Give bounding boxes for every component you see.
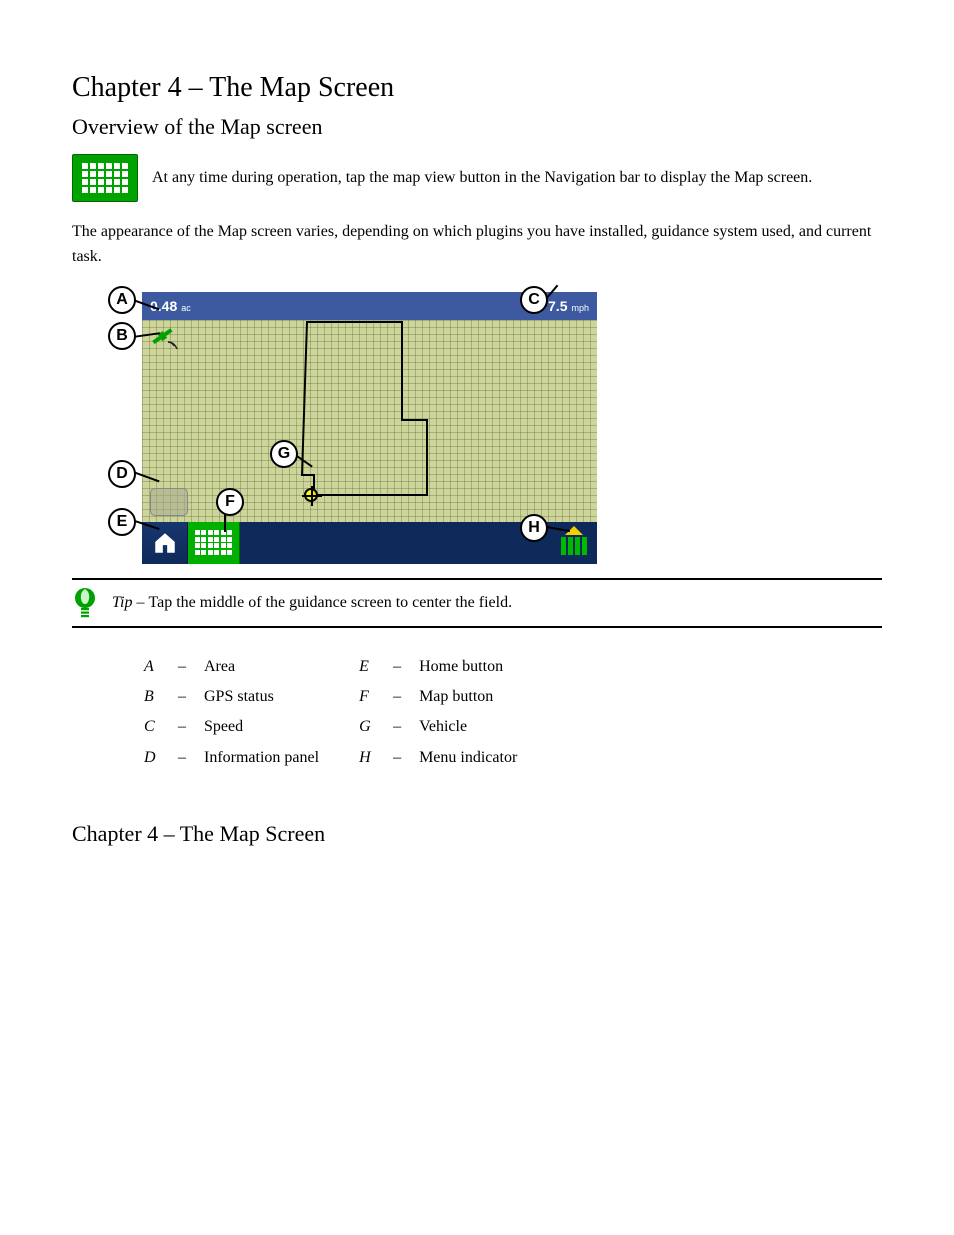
legend-dash: – — [393, 712, 409, 742]
map-view-button-icon — [72, 154, 138, 202]
field-boundary — [142, 320, 597, 522]
map-canvas[interactable] — [142, 320, 597, 522]
legend-item: A–Area — [144, 652, 319, 682]
tip-label: Tip – — [112, 594, 148, 611]
legend-dash: – — [178, 682, 194, 712]
speed-readout: 7.5 mph — [548, 298, 589, 314]
info-panel[interactable] — [150, 488, 188, 516]
tip-body: Tap the middle of the guidance screen to… — [148, 594, 512, 611]
figure-legend: A–AreaB–GPS statusC–SpeedD–Information p… — [144, 652, 882, 774]
legend-dash: – — [178, 743, 194, 773]
speed-value: 7.5 — [548, 298, 567, 314]
legend-dash: – — [393, 652, 409, 682]
legend-item: E–Home button — [359, 652, 517, 682]
map-button[interactable] — [188, 522, 240, 564]
legend-item: D–Information panel — [144, 743, 319, 773]
tip-text: Tip – Tap the middle of the guidance scr… — [112, 594, 512, 612]
section-title: Overview of the Map screen — [72, 114, 882, 140]
menu-bars-icon — [561, 537, 587, 555]
callout-f: F — [216, 488, 244, 516]
gps-status-icon — [148, 324, 178, 350]
grid-icon — [82, 163, 128, 193]
legend-label: Map button — [419, 682, 493, 712]
legend-key: G — [359, 712, 383, 742]
legend-dash: – — [393, 743, 409, 773]
body-paragraph: The appearance of the Map screen varies,… — [72, 220, 882, 270]
speed-unit: mph — [571, 303, 589, 313]
callout-b: B — [108, 322, 136, 350]
legend-dash: – — [178, 652, 194, 682]
legend-key: E — [359, 652, 383, 682]
home-button[interactable] — [142, 522, 188, 564]
legend-item: C–Speed — [144, 712, 319, 742]
legend-item: G–Vehicle — [359, 712, 517, 742]
area-readout: 0.48 ac — [150, 298, 191, 314]
tip-callout: Tip – Tap the middle of the guidance scr… — [72, 578, 882, 628]
callout-e: E — [108, 508, 136, 536]
legend-label: GPS status — [204, 682, 274, 712]
legend-key: H — [359, 743, 383, 773]
legend-label: Area — [204, 652, 235, 682]
vehicle-marker — [304, 488, 318, 502]
legend-key: A — [144, 652, 168, 682]
intro-paragraph: At any time during operation, tap the ma… — [152, 166, 812, 190]
legend-item: F–Map button — [359, 682, 517, 712]
callout-d: D — [108, 460, 136, 488]
chapter-footer: Chapter 4 – The Map Screen — [72, 821, 882, 847]
home-icon — [152, 530, 178, 556]
legend-label: Information panel — [204, 743, 319, 773]
legend-item: H–Menu indicator — [359, 743, 517, 773]
callout-h: H — [520, 514, 548, 542]
tip-bulb-icon — [72, 586, 98, 620]
area-unit: ac — [181, 303, 191, 313]
legend-label: Menu indicator — [419, 743, 517, 773]
callout-g: G — [270, 440, 298, 468]
callout-a: A — [108, 286, 136, 314]
legend-dash: – — [178, 712, 194, 742]
legend-key: B — [144, 682, 168, 712]
callout-c: C — [520, 286, 548, 314]
legend-label: Vehicle — [419, 712, 467, 742]
legend-key: C — [144, 712, 168, 742]
grid-icon — [195, 530, 233, 555]
map-screen-figure: A B C D E F G H 0.48 ac 7.5 mph — [142, 292, 597, 564]
legend-item: B–GPS status — [144, 682, 319, 712]
legend-dash: – — [393, 682, 409, 712]
page-title: Chapter 4 – The Map Screen — [72, 72, 882, 104]
legend-key: F — [359, 682, 383, 712]
legend-label: Home button — [419, 652, 503, 682]
legend-key: D — [144, 743, 168, 773]
legend-label: Speed — [204, 712, 243, 742]
